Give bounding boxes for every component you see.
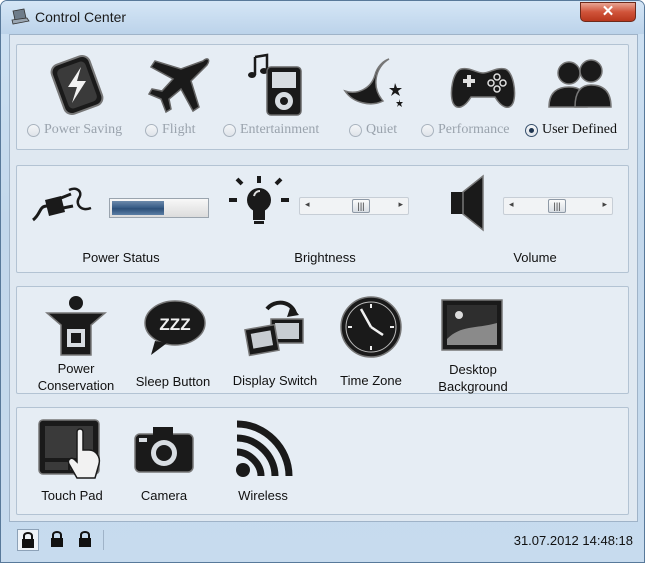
arrow-left-icon[interactable]: ◂: [305, 199, 310, 210]
close-button[interactable]: ✕: [580, 2, 636, 22]
device-label: Camera: [140, 488, 188, 503]
radio-performance[interactable]: Performance: [421, 122, 510, 138]
device-touch-pad[interactable]: Touch Pad: [29, 418, 115, 512]
users-icon: [548, 59, 612, 108]
power-status-label: Power Status: [82, 250, 160, 265]
airplane-icon: [147, 58, 210, 114]
radio-label-user-defined: User Defined: [542, 122, 618, 137]
desktop-background-icon: [441, 299, 503, 351]
radio-power-saving[interactable]: Power Saving: [27, 122, 122, 138]
title-bar[interactable]: Control Center ✕: [1, 1, 644, 34]
lock-icon: [22, 532, 34, 548]
tools-panel: Power Conservation ZZZ Sleep Button Disp…: [16, 286, 629, 394]
tool-label: Conservation: [37, 378, 115, 393]
device-camera[interactable]: Camera: [129, 418, 199, 512]
lock-icon: [79, 531, 91, 547]
radio-button[interactable]: [223, 123, 236, 137]
radio-label-performance: Performance: [438, 122, 510, 137]
lock-button[interactable]: [47, 529, 69, 551]
touchpad-icon: [38, 419, 101, 479]
wireless-icon: [236, 420, 293, 477]
camera-icon: [134, 427, 194, 473]
power-plug-icon: [32, 187, 92, 222]
tool-power-conservation[interactable]: Power Conservation: [31, 295, 121, 393]
date-time: 31.07.2012 14:48:18: [513, 533, 633, 548]
speaker-icon: [451, 174, 484, 232]
radio-button-selected[interactable]: [525, 123, 538, 137]
clock-icon: [340, 296, 402, 358]
svg-text:ZZZ: ZZZ: [159, 315, 190, 334]
tool-desktop-background[interactable]: Desktop Background: [425, 295, 521, 394]
tool-label: Display Switch: [232, 373, 318, 388]
power-status-bar: [109, 198, 209, 218]
radio-entertainment[interactable]: Entertainment: [223, 122, 319, 138]
power-conservation-icon: [45, 296, 107, 356]
radio-flight[interactable]: Flight: [145, 122, 195, 138]
volume-label: Volume: [513, 250, 557, 265]
tool-label: Time Zone: [340, 373, 402, 388]
volume-slider[interactable]: ◂ ||| ▸: [503, 197, 613, 215]
status-separator: [103, 530, 104, 550]
radio-button[interactable]: [421, 123, 434, 137]
radio-label-flight: Flight: [162, 122, 196, 137]
lock-button[interactable]: [17, 529, 39, 551]
device-label: Touch Pad: [41, 488, 103, 503]
gamepad-icon: [450, 67, 516, 108]
tool-label: Desktop: [449, 362, 497, 377]
status-bar: 31.07.2012 14:48:18: [9, 524, 638, 556]
tool-label: Power: [57, 361, 95, 376]
tool-label: Background: [438, 379, 508, 394]
radio-quiet[interactable]: Quiet: [349, 122, 397, 138]
control-center-window: Control Center ✕ Power Saving Flight Ent…: [0, 0, 645, 563]
display-switch-icon: [244, 300, 304, 357]
radio-button[interactable]: [349, 123, 362, 137]
radio-user-defined[interactable]: User Defined: [525, 122, 617, 138]
arrow-left-icon[interactable]: ◂: [509, 199, 514, 210]
radio-button[interactable]: [27, 123, 40, 137]
lightbulb-icon: [229, 176, 289, 224]
brightness-thumb[interactable]: |||: [352, 199, 370, 213]
device-label: Wireless: [238, 488, 288, 503]
status-panel: Power Status ◂ ||| ▸ Brightness ◂ ||| ▸ …: [16, 165, 629, 273]
music-player-icon: [248, 53, 302, 116]
lock-button[interactable]: [75, 529, 97, 551]
sleep-button-icon: ZZZ: [144, 300, 206, 355]
radio-label-power-saving: Power Saving: [44, 122, 123, 137]
brightness-label: Brightness: [294, 250, 356, 265]
battery-icon: [50, 54, 104, 116]
arrow-right-icon[interactable]: ▸: [398, 199, 403, 210]
main-content: Power Saving Flight Entertainment Quiet …: [9, 34, 638, 522]
window-title: Control Center: [35, 9, 127, 25]
radio-label-quiet: Quiet: [366, 122, 398, 137]
moon-icon: [343, 58, 403, 107]
brightness-slider[interactable]: ◂ ||| ▸: [299, 197, 409, 215]
tool-sleep-button[interactable]: ZZZ Sleep Button: [125, 295, 221, 391]
power-modes-panel: Power Saving Flight Entertainment Quiet …: [16, 44, 629, 150]
tool-label: Sleep Button: [135, 374, 211, 389]
radio-button[interactable]: [145, 123, 158, 137]
power-status-fill: [112, 201, 164, 215]
tool-display-switch[interactable]: Display Switch: [223, 295, 327, 391]
device-wireless[interactable]: Wireless: [225, 418, 301, 512]
volume-thumb[interactable]: |||: [548, 199, 566, 213]
laptop-icon: [11, 8, 30, 25]
radio-label-entertainment: Entertainment: [240, 122, 320, 137]
devices-panel: Touch Pad Camera Wireless: [16, 407, 629, 515]
tool-time-zone[interactable]: Time Zone: [329, 295, 413, 391]
arrow-right-icon[interactable]: ▸: [602, 199, 607, 210]
lock-icon: [51, 531, 63, 547]
